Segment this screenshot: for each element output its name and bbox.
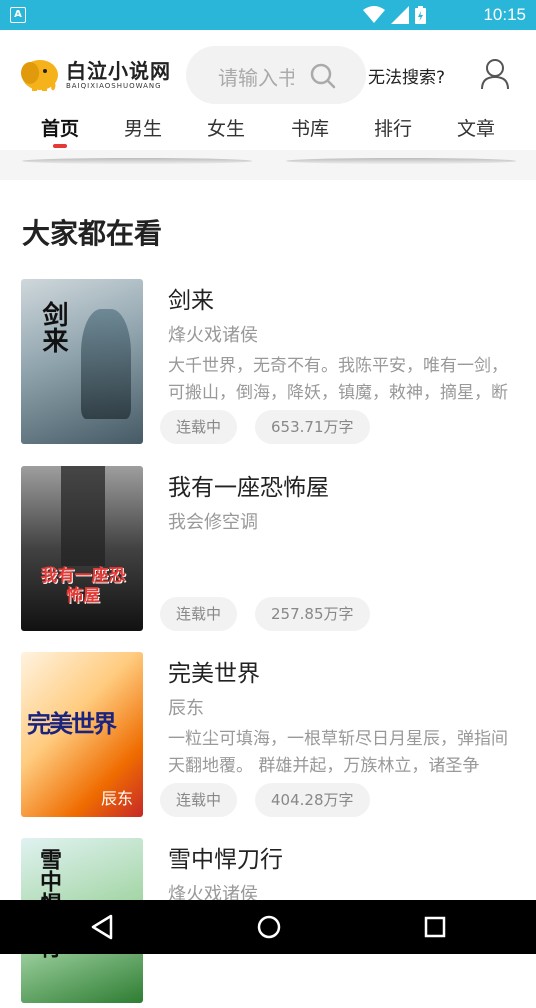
word-count-badge: 257.85万字 [255,597,370,631]
tab-library[interactable]: 书库 [291,114,329,141]
home-icon[interactable] [256,914,282,940]
logo-subtitle: BAIQIXIAOSHUOWANG [66,81,162,90]
elephant-logo-icon [21,60,58,91]
tab-articles[interactable]: 文章 [457,114,495,141]
word-count-badge: 653.71万字 [255,410,370,444]
cover-title: 完美世界 [27,709,117,738]
search-box[interactable]: 请输入书名或作者 [186,46,366,104]
recents-icon[interactable] [424,914,446,940]
signal-icon [391,6,409,24]
tab-home[interactable]: 首页 [41,114,79,141]
book-cover[interactable]: 完美世界 辰东 [21,652,143,817]
book-cover[interactable]: 我有一座恐怖屋 [21,466,143,631]
book-author: 烽火戏诸侯 [168,325,258,346]
status-badge: 连载中 [160,783,238,817]
search-icon[interactable] [310,63,336,89]
section-title: 大家都在看 [22,217,163,250]
logo-title: 白泣小说网 [66,58,171,83]
wifi-icon [363,6,385,23]
book-item[interactable]: 完美世界 辰东 完美世界 辰东 一粒尘可填海，一根草斩尽日月星辰，弹指间天翻地覆… [0,652,536,822]
banner-shadow [286,158,516,164]
book-author: 我会修空调 [168,512,258,533]
status-badge: 连载中 [160,597,238,631]
battery-icon [415,6,426,24]
app-notification-icon: A [10,7,26,23]
cover-title: 剑来 [38,301,68,353]
book-title[interactable]: 完美世界 [168,654,260,688]
book-description: 大千世界，无奇不有。我陈平安，唯有一剑，可搬山，倒海，降妖，镇魔，敕神，摘星，断… [168,356,508,403]
tab-female[interactable]: 女生 [207,114,245,141]
user-icon[interactable] [480,58,510,90]
banner-shadow [22,158,252,164]
tab-ranking[interactable]: 排行 [374,114,412,141]
system-nav-bar [0,900,536,954]
word-count-badge: 404.28万字 [255,783,370,817]
back-icon[interactable] [90,914,114,940]
search-input[interactable]: 请输入书名或作者 [218,62,294,91]
status-badge: 连载中 [160,410,238,444]
book-item[interactable]: 我有一座恐怖屋 我有一座恐怖屋 我会修空调 连载中 257.85万字 [0,466,536,636]
book-title[interactable]: 我有一座恐怖屋 [168,468,329,502]
cover-title: 我有一座恐怖屋 [40,566,126,606]
tab-male[interactable]: 男生 [124,114,162,141]
status-icons [363,6,426,24]
status-bar: A 10:15 [0,0,536,30]
book-description: 一粒尘可填海，一根草斩尽日月星辰，弹指间天翻地覆。 群雄并起，万族林立，诸圣争霸… [168,729,508,776]
status-time: 10:15 [483,5,526,24]
banner-strip [0,150,536,180]
active-tab-indicator [53,144,67,148]
book-author: 辰东 [168,698,204,719]
site-logo[interactable]: 白泣小说网 BAIQIXIAOSHUOWANG [18,58,171,92]
book-item[interactable]: 剑来 剑来 烽火戏诸侯 大千世界，无奇不有。我陈平安，唯有一剑，可搬山，倒海，降… [0,279,536,449]
book-title[interactable]: 剑来 [168,281,214,315]
category-tabs: 首页 男生 女生 书库 排行 文章 [0,106,536,150]
book-cover[interactable]: 剑来 [21,279,143,444]
cannot-search-link[interactable]: 无法搜索? [368,63,445,88]
cover-author: 辰东 [100,789,133,808]
book-title[interactable]: 雪中悍刀行 [168,840,283,874]
